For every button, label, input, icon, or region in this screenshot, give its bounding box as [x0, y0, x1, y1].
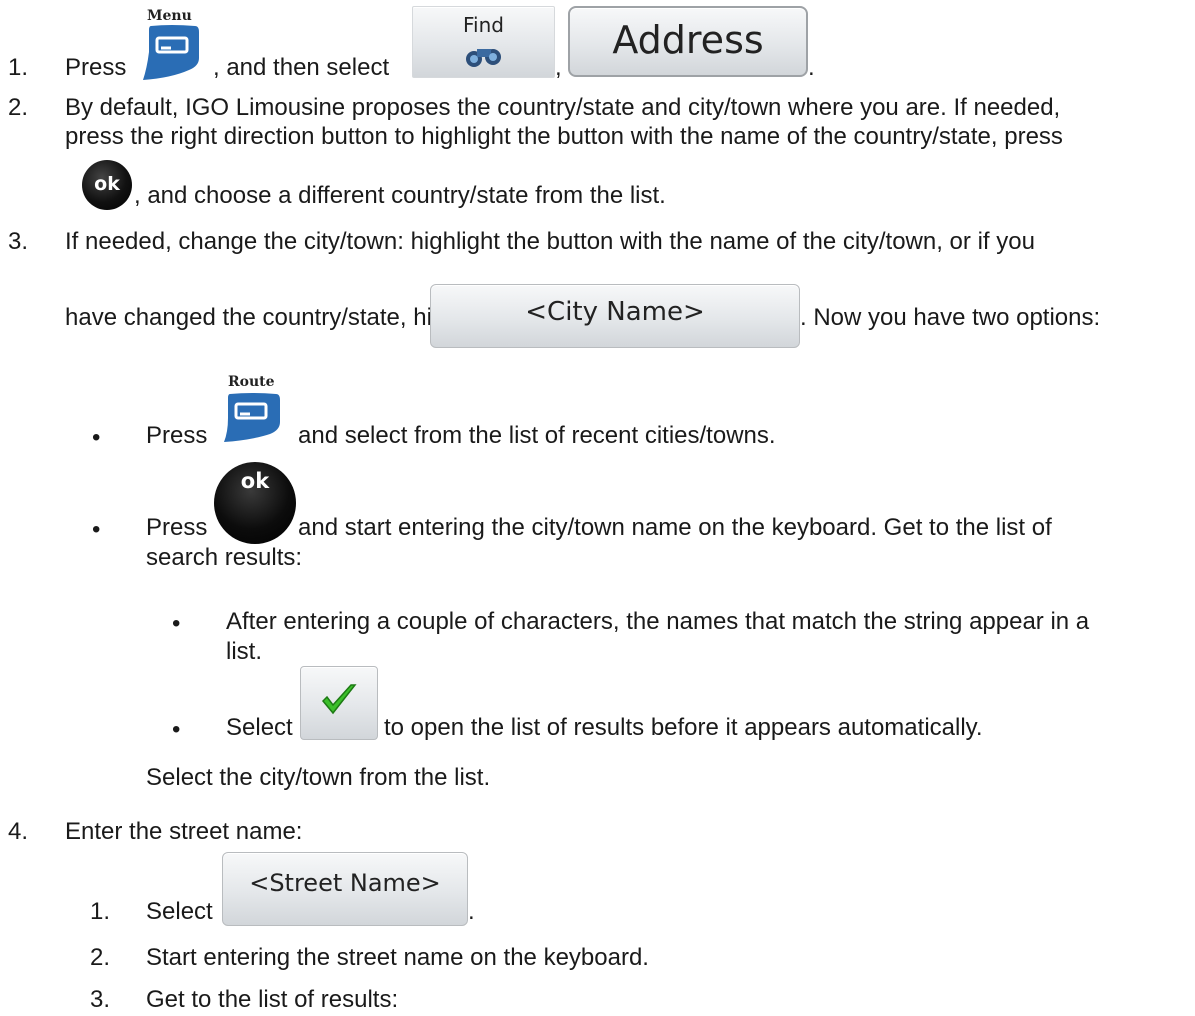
step-text: Press: [146, 514, 208, 541]
step-text: .: [808, 54, 815, 81]
step-text: By default, IGO Limousine proposes the c…: [65, 94, 1061, 121]
find-button: Find: [412, 6, 555, 78]
step-text: to open the list of results before it ap…: [384, 714, 983, 741]
step-text: After entering a couple of characters, t…: [226, 608, 1090, 635]
step-text: , and choose a different country/state f…: [134, 182, 666, 209]
ok-check-button: [300, 666, 378, 740]
step-number: 1.: [8, 54, 29, 81]
binoculars-icon: [466, 49, 501, 67]
step-text: Get to the list of results:: [146, 986, 399, 1013]
bullet: •: [92, 424, 101, 451]
menu-icon: [143, 25, 199, 80]
step-text: Press: [65, 54, 127, 81]
city-name-button: <City Name>: [430, 284, 800, 348]
ok-button-icon: ok: [82, 160, 132, 210]
step-text: Enter the street name:: [65, 818, 303, 845]
city-name-button-label: <City Name>: [525, 297, 705, 327]
step-text: and start entering the city/town name on…: [298, 514, 1052, 541]
step-text: search results:: [146, 544, 303, 571]
step-text: Select the city/town from the list.: [146, 764, 491, 791]
substep-number: 1.: [90, 898, 111, 925]
step-text: Select: [146, 898, 213, 925]
street-name-button: <Street Name>: [222, 852, 468, 926]
checkmark-icon: [321, 684, 357, 715]
step-text: ,: [555, 54, 562, 81]
bullet: •: [92, 516, 101, 543]
substep-number: 3.: [90, 986, 111, 1013]
substep-number: 2.: [90, 944, 111, 971]
route-icon-label: Route: [228, 374, 275, 390]
step-number: 4.: [8, 818, 29, 845]
bullet: •: [172, 716, 181, 743]
bullet: •: [172, 610, 181, 637]
address-button: Address: [568, 6, 808, 77]
step-text: , and then select: [213, 54, 390, 81]
step-text: and select from the list of recent citie…: [298, 422, 776, 449]
step-text: Select: [226, 714, 293, 741]
step-text: .: [468, 898, 475, 925]
step-text: Press: [146, 422, 208, 449]
step-text: If needed, change the city/town: highlig…: [65, 228, 1035, 255]
menu-button-icon: Menu: [137, 4, 207, 80]
address-button-label: Address: [612, 18, 764, 62]
step-text: list.: [226, 638, 262, 665]
route-button-icon: Route: [220, 350, 290, 442]
step-text: Start entering the street name on the ke…: [146, 944, 649, 971]
step-number: 2.: [8, 94, 29, 121]
step-text: . Now you have two options:: [800, 304, 1101, 331]
step-text: press the right direction button to high…: [65, 123, 1063, 150]
step-number: 3.: [8, 228, 29, 255]
ok-button-icon: ok: [214, 462, 296, 544]
street-name-button-label: <Street Name>: [249, 869, 441, 897]
route-icon: [224, 393, 280, 442]
find-button-label: Find: [463, 13, 504, 37]
